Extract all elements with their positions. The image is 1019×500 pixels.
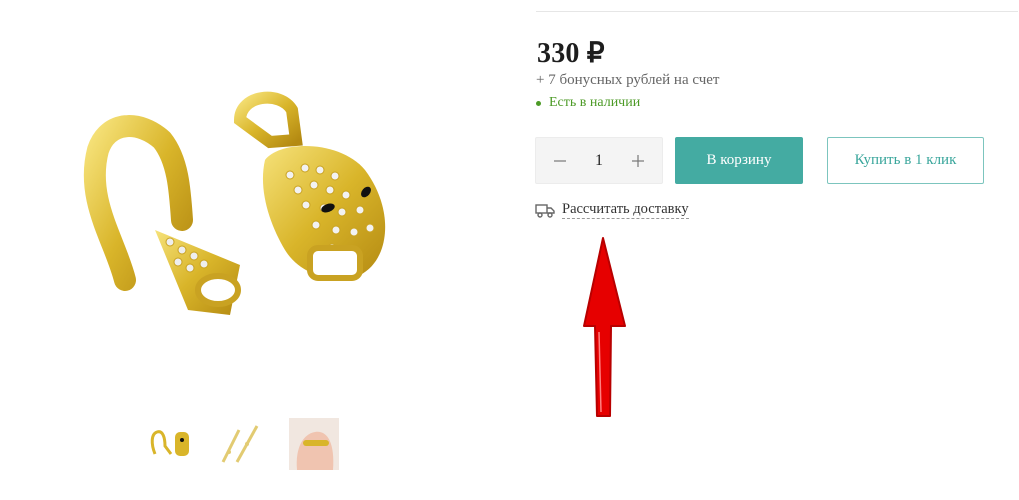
minus-icon: [554, 159, 566, 162]
thumbnail-strip: [145, 418, 339, 470]
bonus-text: + 7 бонусных рублей на счет: [536, 72, 720, 88]
quantity-value[interactable]: 1: [595, 152, 603, 170]
calculate-delivery-label: Рассчитать доставку: [562, 201, 689, 219]
thumbnail-3[interactable]: [289, 418, 339, 470]
top-divider: [536, 11, 1018, 12]
stock-status: Есть в наличии: [536, 95, 640, 111]
product-price: 330 ₽: [537, 38, 605, 69]
quantity-stepper: 1: [535, 137, 663, 184]
plus-icon: [632, 154, 644, 167]
quantity-decrease-button[interactable]: [550, 151, 570, 171]
product-main-image[interactable]: [70, 80, 430, 320]
quantity-increase-button[interactable]: [628, 151, 648, 171]
red-arrow-up-icon: [580, 234, 630, 420]
truck-icon: [535, 202, 555, 218]
thumbnail-1[interactable]: [145, 418, 195, 470]
buy-one-click-button[interactable]: Купить в 1 клик: [827, 137, 984, 184]
calculate-delivery-link[interactable]: Рассчитать доставку: [535, 201, 689, 219]
thumbnail-2[interactable]: [217, 418, 267, 470]
stock-dot-icon: [536, 100, 541, 106]
add-to-cart-button[interactable]: В корзину: [675, 137, 803, 184]
stock-status-label: Есть в наличии: [549, 95, 641, 110]
